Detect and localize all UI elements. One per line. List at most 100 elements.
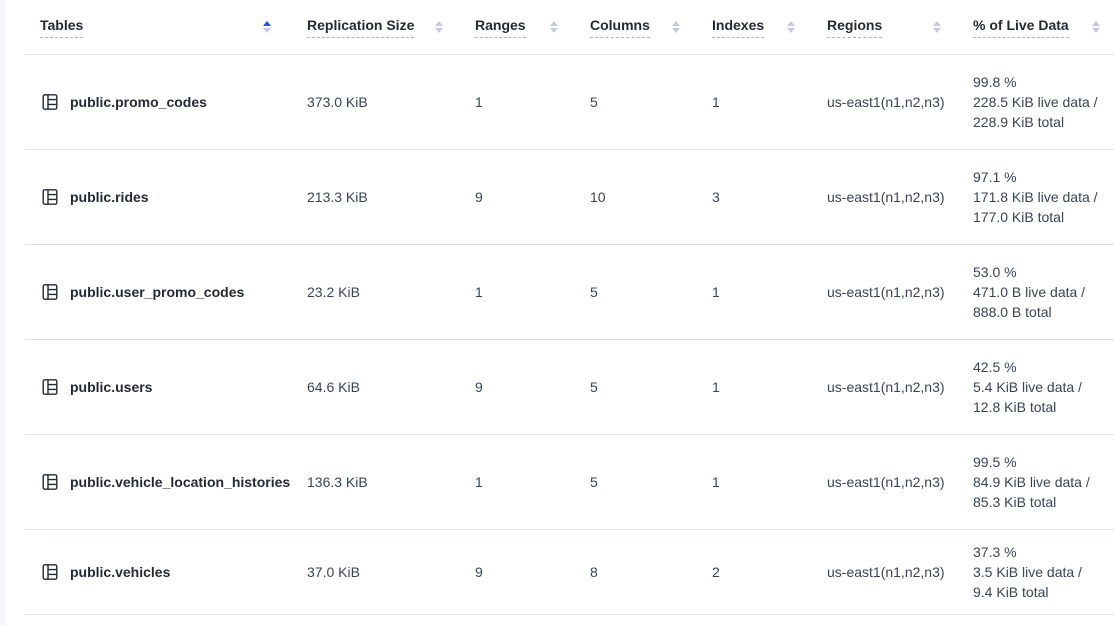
live-data-amount: 171.8 KiB live data / xyxy=(973,187,1114,207)
live-data-amount: 228.5 KiB live data / xyxy=(973,92,1114,112)
cell-live-data: 53.0 % 471.0 B live data / 888.0 B total xyxy=(973,262,1114,322)
table-row: public.vehicles 37.0 KiB 9 8 2 us-east1(… xyxy=(25,530,1114,615)
table-row: public.promo_codes 373.0 KiB 1 5 1 us-ea… xyxy=(25,55,1114,150)
cell-table-name: public.vehicle_location_histories xyxy=(25,472,307,492)
table-name-link[interactable]: public.vehicles xyxy=(70,564,170,580)
cell-table-name: public.users xyxy=(25,377,307,397)
cell-regions: us-east1(n1,n2,n3) xyxy=(827,94,973,110)
cell-regions: us-east1(n1,n2,n3) xyxy=(827,474,973,490)
column-header-label: Tables xyxy=(40,17,83,38)
cell-columns: 8 xyxy=(590,564,712,580)
sort-arrows-icon[interactable] xyxy=(672,21,680,33)
cell-live-data: 99.5 % 84.9 KiB live data / 85.3 KiB tot… xyxy=(973,452,1114,512)
live-data-total: 888.0 B total xyxy=(973,302,1114,322)
column-header-ranges[interactable]: Ranges xyxy=(475,0,590,54)
column-header-label: Replication Size xyxy=(307,17,414,38)
cell-live-data: 37.3 % 3.5 KiB live data / 9.4 KiB total xyxy=(973,542,1114,602)
table-rows: public.promo_codes 373.0 KiB 1 5 1 us-ea… xyxy=(25,55,1114,615)
cell-replication-size: 37.0 KiB xyxy=(307,564,475,580)
cell-indexes: 3 xyxy=(712,189,827,205)
cell-replication-size: 373.0 KiB xyxy=(307,94,475,110)
cell-ranges: 1 xyxy=(475,474,590,490)
sort-arrows-icon[interactable] xyxy=(550,21,558,33)
cell-indexes: 1 xyxy=(712,379,827,395)
cell-ranges: 1 xyxy=(475,284,590,300)
column-header-label: % of Live Data xyxy=(973,17,1069,38)
cell-columns: 10 xyxy=(590,189,712,205)
live-data-percent: 53.0 % xyxy=(973,262,1114,282)
table-icon xyxy=(40,472,60,492)
column-header-tables[interactable]: Tables xyxy=(25,0,307,54)
sort-arrows-icon[interactable] xyxy=(1092,21,1100,33)
table-row: public.vehicle_location_histories 136.3 … xyxy=(25,435,1114,530)
live-data-total: 85.3 KiB total xyxy=(973,492,1114,512)
table-name-link[interactable]: public.user_promo_codes xyxy=(70,284,244,300)
cell-indexes: 1 xyxy=(712,474,827,490)
page-edge-strip xyxy=(0,0,6,626)
cell-table-name: public.promo_codes xyxy=(25,92,307,112)
column-header-label: Indexes xyxy=(712,17,764,38)
live-data-total: 12.8 KiB total xyxy=(973,397,1114,417)
cell-columns: 5 xyxy=(590,284,712,300)
table-name-link[interactable]: public.promo_codes xyxy=(70,94,207,110)
cell-columns: 5 xyxy=(590,379,712,395)
live-data-total: 9.4 KiB total xyxy=(973,582,1114,602)
table-icon xyxy=(40,92,60,112)
live-data-percent: 99.5 % xyxy=(973,452,1114,472)
live-data-percent: 97.1 % xyxy=(973,167,1114,187)
live-data-percent: 99.8 % xyxy=(973,72,1114,92)
live-data-total: 177.0 KiB total xyxy=(973,207,1114,227)
cell-live-data: 97.1 % 171.8 KiB live data / 177.0 KiB t… xyxy=(973,167,1114,227)
sort-arrows-icon[interactable] xyxy=(787,21,795,33)
sort-arrows-icon[interactable] xyxy=(435,21,443,33)
column-header-regions[interactable]: Regions xyxy=(827,0,973,54)
cell-indexes: 2 xyxy=(712,564,827,580)
cell-table-name: public.user_promo_codes xyxy=(25,282,307,302)
cell-table-name: public.vehicles xyxy=(25,562,307,582)
cell-table-name: public.rides xyxy=(25,187,307,207)
table-row: public.users 64.6 KiB 9 5 1 us-east1(n1,… xyxy=(25,340,1114,435)
column-header-columns[interactable]: Columns xyxy=(590,0,712,54)
cell-ranges: 1 xyxy=(475,94,590,110)
live-data-amount: 5.4 KiB live data / xyxy=(973,377,1114,397)
cell-replication-size: 136.3 KiB xyxy=(307,474,475,490)
cell-regions: us-east1(n1,n2,n3) xyxy=(827,189,973,205)
table-icon xyxy=(40,187,60,207)
table-icon xyxy=(40,282,60,302)
cell-regions: us-east1(n1,n2,n3) xyxy=(827,564,973,580)
column-header-replication-size[interactable]: Replication Size xyxy=(307,0,475,54)
table-name-link[interactable]: public.users xyxy=(70,379,152,395)
column-header-label: Ranges xyxy=(475,17,526,38)
table-name-link[interactable]: public.vehicle_location_histories xyxy=(70,474,290,490)
column-header-indexes[interactable]: Indexes xyxy=(712,0,827,54)
cell-live-data: 42.5 % 5.4 KiB live data / 12.8 KiB tota… xyxy=(973,357,1114,417)
cell-replication-size: 213.3 KiB xyxy=(307,189,475,205)
cell-regions: us-east1(n1,n2,n3) xyxy=(827,379,973,395)
cell-ranges: 9 xyxy=(475,189,590,205)
sort-arrows-icon[interactable] xyxy=(263,21,271,33)
table-name-link[interactable]: public.rides xyxy=(70,189,149,205)
cell-regions: us-east1(n1,n2,n3) xyxy=(827,284,973,300)
cell-replication-size: 64.6 KiB xyxy=(307,379,475,395)
cell-columns: 5 xyxy=(590,474,712,490)
sort-arrows-icon[interactable] xyxy=(933,21,941,33)
table-icon xyxy=(40,562,60,582)
live-data-amount: 84.9 KiB live data / xyxy=(973,472,1114,492)
live-data-percent: 37.3 % xyxy=(973,542,1114,562)
cell-ranges: 9 xyxy=(475,564,590,580)
live-data-percent: 42.5 % xyxy=(973,357,1114,377)
cell-ranges: 9 xyxy=(475,379,590,395)
column-header-label: Columns xyxy=(590,17,650,38)
tables-list: Tables Replication Size Ranges Columns I… xyxy=(25,0,1114,615)
column-header-label: Regions xyxy=(827,17,882,38)
tables-list-header: Tables Replication Size Ranges Columns I… xyxy=(25,0,1114,55)
column-header-live-data[interactable]: % of Live Data xyxy=(973,0,1114,54)
live-data-amount: 471.0 B live data / xyxy=(973,282,1114,302)
cell-indexes: 1 xyxy=(712,284,827,300)
table-row: public.rides 213.3 KiB 9 10 3 us-east1(n… xyxy=(25,150,1114,245)
cell-live-data: 99.8 % 228.5 KiB live data / 228.9 KiB t… xyxy=(973,72,1114,132)
live-data-total: 228.9 KiB total xyxy=(973,112,1114,132)
table-icon xyxy=(40,377,60,397)
cell-replication-size: 23.2 KiB xyxy=(307,284,475,300)
live-data-amount: 3.5 KiB live data / xyxy=(973,562,1114,582)
